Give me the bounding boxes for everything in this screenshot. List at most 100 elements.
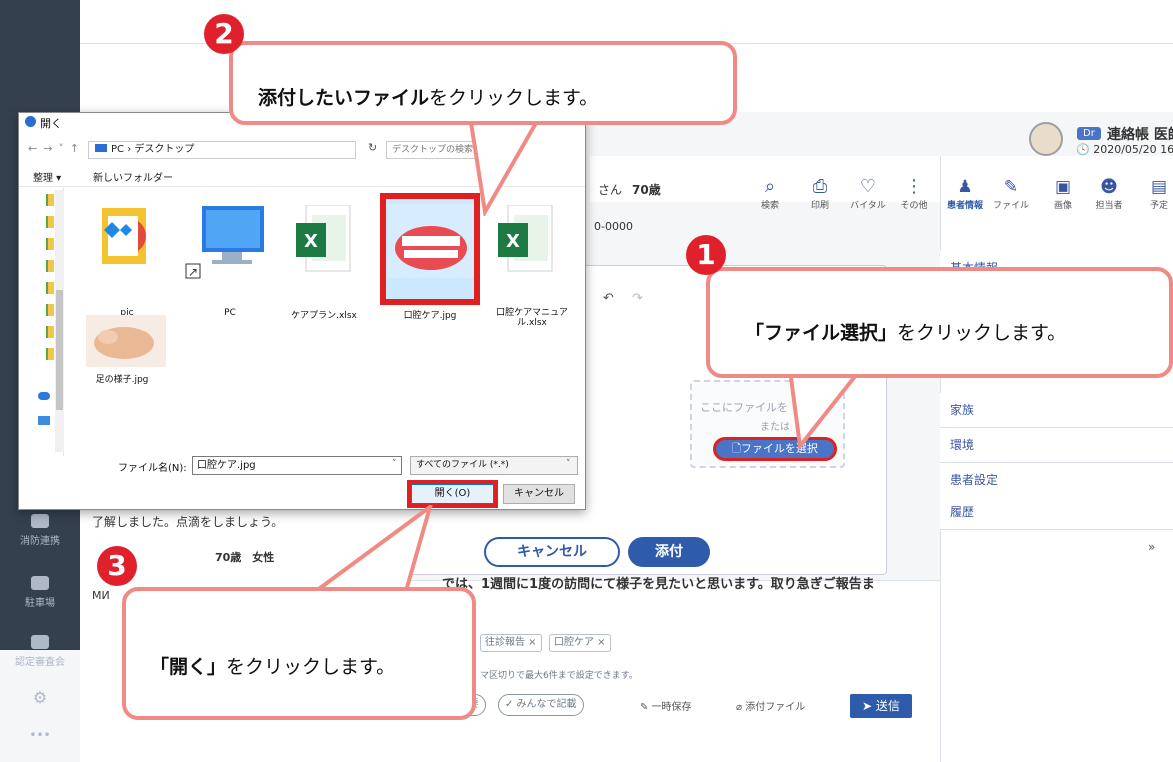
address-bar[interactable]: PC › デスクトップ <box>88 141 356 159</box>
sidebar-label: 消防連携 <box>20 536 60 547</box>
computer-icon[interactable]: ↗ <box>182 206 268 284</box>
excel-icon[interactable]: X <box>296 205 352 275</box>
chevron-down-icon[interactable]: ˅ <box>566 459 571 469</box>
folder-icon[interactable] <box>46 326 54 338</box>
attach-file-button[interactable]: ⌀ 添付ファイル <box>736 698 805 713</box>
pc-icon[interactable] <box>38 416 50 425</box>
patient-age: 70歳 <box>632 183 661 197</box>
file-name: ケアプラン.xlsx <box>291 311 357 321</box>
toolbar-vitals-button[interactable]: ♡ バイタル <box>846 176 890 211</box>
folder-icon[interactable] <box>46 304 54 316</box>
staff-icon: ☻ <box>1100 177 1118 197</box>
tag-chip[interactable]: 口腔ケア × <box>549 634 611 652</box>
compose-text[interactable]: では、1週間に1度の訪問にて様子を見たいと思います。取り急ぎご報告ま <box>442 573 875 592</box>
sidebar-item-more[interactable]: ••• <box>0 728 80 742</box>
svg-text:X: X <box>506 231 520 252</box>
pc-icon <box>95 144 107 152</box>
attach-submit-button[interactable]: 添付 <box>628 537 710 567</box>
person-icon: ♟ <box>957 177 973 197</box>
tab-schedule[interactable]: ▤ 予定 <box>1136 176 1173 211</box>
callout-step-2-text: 添付したいファイルをクリックします。 <box>258 87 599 109</box>
send-button[interactable]: ➤ 送信 <box>850 694 912 718</box>
folder-icon[interactable] <box>98 202 158 268</box>
image-icon[interactable] <box>86 315 166 367</box>
datetime: 🕓 2020/05/20 16:17 <box>1076 143 1173 156</box>
role-badge: Dr <box>1077 127 1101 140</box>
svg-text:↗: ↗ <box>188 265 198 279</box>
car-icon <box>31 576 49 590</box>
sidebar-item-review[interactable]: 認定審査会 <box>0 635 80 668</box>
temp-save-button[interactable]: ✎ 一時保存 <box>640 698 692 713</box>
undo-icon[interactable]: ↶ <box>603 291 614 306</box>
callout-pointer <box>309 505 433 593</box>
callout-step-3-text: 「開く」をクリックします。 <box>150 656 396 678</box>
cloud-icon[interactable] <box>38 392 50 400</box>
meeting-icon <box>31 635 49 649</box>
folder-icon[interactable] <box>46 282 54 294</box>
tag-hint: マ区切りで最大6件まで設定できます。 <box>480 671 638 681</box>
file-name: 口腔ケア.jpg <box>403 311 457 321</box>
nav-scrollbar-thumb[interactable] <box>56 290 63 410</box>
refresh-icon[interactable]: ↻ <box>368 141 377 154</box>
more-icon: ••• <box>29 728 51 742</box>
redo-icon[interactable]: ↷ <box>632 291 643 306</box>
sidebar-item-fire[interactable]: 消防連携 <box>0 514 80 547</box>
search-icon: ⌕ <box>764 176 776 197</box>
more-icon: ⋮ <box>905 176 923 197</box>
vitals-icon: ♡ <box>859 176 877 197</box>
chrome-icon <box>25 116 36 127</box>
ambulance-icon <box>31 514 49 528</box>
tab-staff[interactable]: ☻ 担当者 <box>1086 176 1132 211</box>
organize-menu[interactable]: 整理 ▾ <box>33 169 61 184</box>
clip-icon: ✎ <box>1003 177 1019 197</box>
callout-pointer <box>466 116 546 216</box>
avatar[interactable] <box>1029 122 1063 156</box>
dialog-cancel-button[interactable]: キャンセル <box>503 484 575 504</box>
sidebar-item-settings[interactable]: ⚙ <box>0 688 80 707</box>
open-button[interactable]: 開く(O) <box>407 480 498 508</box>
nav-arrows[interactable]: ←→˅↑ <box>28 142 85 155</box>
filetype-select[interactable]: すべてのファイル (*.*) <box>410 456 578 475</box>
file-name: PC <box>224 308 236 318</box>
file-icon: 🗋 <box>732 442 741 455</box>
app-topbar <box>80 0 1173 44</box>
right-item-history[interactable]: 履歴 <box>940 495 1173 530</box>
new-folder-button[interactable]: 新しいフォルダー <box>93 169 173 184</box>
callout-pointer <box>786 370 864 450</box>
folder-icon[interactable] <box>46 238 54 250</box>
patient-id: 0-0000 <box>594 220 633 233</box>
tag-chip[interactable]: 往診報告 × <box>480 634 542 652</box>
chevron-down-icon[interactable]: ˅ <box>392 459 397 469</box>
folder-icon[interactable] <box>46 216 54 228</box>
filename-label: ファイル名(N): <box>118 463 187 474</box>
svg-text:X: X <box>304 231 318 252</box>
sidebar-item-parking[interactable]: 駐車場 <box>0 576 80 609</box>
toolbar-more-button[interactable]: ⋮ その他 <box>892 176 936 211</box>
folder-icon[interactable] <box>46 194 54 206</box>
shared-toggle[interactable]: ✓ みんなで記載 <box>498 694 584 716</box>
attach-cancel-button[interactable]: キャンセル <box>484 537 620 567</box>
right-item-family[interactable]: 家族 <box>940 393 1173 428</box>
step-1-badge: 1 <box>686 235 726 275</box>
tab-files[interactable]: ✎ ファイル <box>988 176 1034 211</box>
tab-images[interactable]: ▣ 画像 <box>1040 176 1086 211</box>
gear-icon: ⚙ <box>32 688 48 707</box>
folder-icon[interactable] <box>46 348 54 360</box>
right-item-environment[interactable]: 環境 <box>940 428 1173 463</box>
expand-icon[interactable]: » <box>1148 540 1155 554</box>
patient-suffix: さん <box>598 183 623 197</box>
step-3-badge: 3 <box>97 546 137 586</box>
dialog-title: 開く <box>40 117 62 130</box>
right-item-patient-settings[interactable]: 患者設定 <box>940 463 1173 498</box>
toolbar-search-button[interactable]: ⌕ 検索 <box>748 176 792 211</box>
chat-patient-info: 70歳 女性 <box>215 551 275 564</box>
folder-icon[interactable] <box>46 260 54 272</box>
file-name: 足の様子.jpg <box>95 375 149 385</box>
toolbar-print-button[interactable]: ⎙ 印刷 <box>798 176 842 211</box>
tab-patient-info[interactable]: ♟ 患者情報 <box>942 176 988 211</box>
sidebar-label: 認定審査会 <box>15 657 65 668</box>
user-name: 連絡帳 医師 <box>1107 127 1173 143</box>
callout-step-1-text: 「ファイル選択」をクリックします。 <box>745 322 1067 344</box>
calendar-icon: ▤ <box>1150 177 1168 197</box>
filename-input[interactable]: 口腔ケア.jpg <box>192 456 402 475</box>
